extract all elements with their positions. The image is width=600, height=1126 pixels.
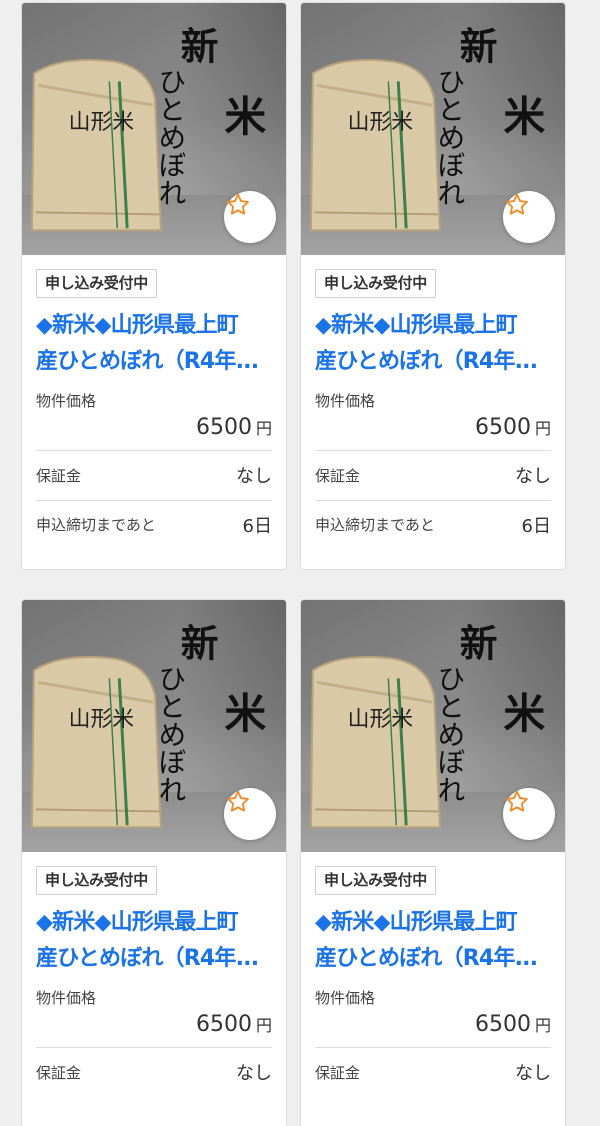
deposit-row: 保証金 なし <box>315 451 551 500</box>
deposit-label: 保証金 <box>36 466 82 485</box>
price-unit: 円 <box>534 418 551 438</box>
listing-title-link[interactable]: ◆新米◆山形県最上町 産ひとめぼれ（R4年... <box>36 905 272 977</box>
price-value: 6500 <box>195 1011 252 1037</box>
favorite-button[interactable] <box>503 191 555 243</box>
title-line-1: ◆新米◆山形県最上町 <box>315 312 518 338</box>
listing-title-link[interactable]: ◆新米◆山形県最上町 産ひとめぼれ（R4年... <box>315 905 551 977</box>
listing-card[interactable]: 山形米 新 米 ひとめぼれ 申し込み受付中 ◆新米◆山形県最上町 産ひとめぼれ（… <box>300 2 566 570</box>
deposit-value: なし <box>515 1063 551 1084</box>
status-badge: 申し込み受付中 <box>36 866 157 895</box>
bag-label-text: 山形米 <box>69 110 135 135</box>
price-value: 6500 <box>474 414 531 440</box>
price-row: 6500 円 <box>315 415 551 451</box>
deadline-value: 6日 <box>242 515 272 537</box>
favorite-button[interactable] <box>224 191 276 243</box>
banner-text-1: 新 <box>181 25 219 69</box>
price-unit: 円 <box>255 418 272 438</box>
listing-title-link[interactable]: ◆新米◆山形県最上町 産ひとめぼれ（R4年... <box>36 308 272 380</box>
favorite-button[interactable] <box>224 788 276 840</box>
deposit-value: なし <box>515 466 551 487</box>
deposit-value: なし <box>236 466 272 487</box>
banner-text-1: 新 <box>181 622 219 666</box>
banner-text-2: 米 <box>503 92 545 141</box>
bag-label-text: 山形米 <box>69 707 135 732</box>
price-unit: 円 <box>255 1015 272 1035</box>
listing-body: 申し込み受付中 ◆新米◆山形県最上町 産ひとめぼれ（R4年... 物件価格 65… <box>301 255 565 549</box>
title-line-2: 産ひとめぼれ（R4年... <box>36 348 259 374</box>
listing-body: 申し込み受付中 ◆新米◆山形県最上町 産ひとめぼれ（R4年... 物件価格 65… <box>22 255 286 549</box>
deadline-value: 6日 <box>521 515 551 537</box>
listing-grid: 山形米 新 米 ひとめぼれ 申し込み受付中 ◆新米◆山形県最上町 産ひとめぼれ（… <box>0 0 600 1126</box>
deposit-value: なし <box>236 1063 272 1084</box>
listing-photo[interactable]: 山形米 新 米 ひとめぼれ <box>22 600 286 852</box>
price-row: 6500 円 <box>315 1012 551 1048</box>
status-badge: 申し込み受付中 <box>36 269 157 298</box>
price-row: 6500 円 <box>36 415 272 451</box>
deposit-row: 保証金 なし <box>36 451 272 500</box>
listing-card[interactable]: 山形米 新 米 ひとめぼれ 申し込み受付中 ◆新米◆山形県最上町 産ひとめぼれ（… <box>21 599 287 1126</box>
deposit-label: 保証金 <box>315 1063 361 1082</box>
star-outline-icon <box>227 790 249 812</box>
deposit-row: 保証金 なし <box>315 1048 551 1097</box>
bag-label-text: 山形米 <box>348 110 414 135</box>
deposit-row: 保証金 なし <box>36 1048 272 1097</box>
banner-text-2: 米 <box>224 92 266 141</box>
deadline-row: 申込締切まであと 6日 <box>315 499 551 549</box>
bag-label-text: 山形米 <box>348 707 414 732</box>
price-label: 物件価格 <box>315 391 376 410</box>
favorite-button[interactable] <box>503 788 555 840</box>
title-line-1: ◆新米◆山形県最上町 <box>36 909 239 935</box>
deadline-label: 申込締切まであと <box>36 516 156 534</box>
status-badge: 申し込み受付中 <box>315 866 436 895</box>
price-label: 物件価格 <box>36 988 97 1007</box>
banner-text-1: 新 <box>460 25 498 69</box>
title-line-2: 産ひとめぼれ（R4年... <box>315 945 538 971</box>
listing-body: 申し込み受付中 ◆新米◆山形県最上町 産ひとめぼれ（R4年... 物件価格 65… <box>301 852 565 1097</box>
listing-card[interactable]: 山形米 新 米 ひとめぼれ 申し込み受付中 ◆新米◆山形県最上町 産ひとめぼれ（… <box>21 2 287 570</box>
title-line-2: 産ひとめぼれ（R4年... <box>36 945 259 971</box>
deadline-label: 申込締切まであと <box>315 516 435 534</box>
price-label: 物件価格 <box>315 988 376 1007</box>
price-unit: 円 <box>534 1015 551 1035</box>
deposit-label: 保証金 <box>315 466 361 485</box>
status-badge: 申し込み受付中 <box>315 269 436 298</box>
star-outline-icon <box>506 790 528 812</box>
listing-title-link[interactable]: ◆新米◆山形県最上町 産ひとめぼれ（R4年... <box>315 308 551 380</box>
title-line-2: 産ひとめぼれ（R4年... <box>315 348 538 374</box>
banner-text-2: 米 <box>503 689 545 738</box>
listing-card[interactable]: 山形米 新 米 ひとめぼれ 申し込み受付中 ◆新米◆山形県最上町 産ひとめぼれ（… <box>300 599 566 1126</box>
star-outline-icon <box>506 193 528 215</box>
listing-photo[interactable]: 山形米 新 米 ひとめぼれ <box>22 3 286 255</box>
banner-text-1: 新 <box>460 622 498 666</box>
price-label: 物件価格 <box>36 391 97 410</box>
price-value: 6500 <box>195 414 252 440</box>
banner-text-3: ひとめぼれ <box>154 664 187 803</box>
banner-text-3: ひとめぼれ <box>433 67 466 206</box>
banner-text-2: 米 <box>224 689 266 738</box>
banner-text-3: ひとめぼれ <box>433 664 466 803</box>
deposit-label: 保証金 <box>36 1063 82 1082</box>
listing-body: 申し込み受付中 ◆新米◆山形県最上町 産ひとめぼれ（R4年... 物件価格 65… <box>22 852 286 1097</box>
banner-text-3: ひとめぼれ <box>154 67 187 206</box>
deadline-row: 申込締切まであと 6日 <box>36 499 272 549</box>
listing-photo[interactable]: 山形米 新 米 ひとめぼれ <box>301 600 565 852</box>
title-line-1: ◆新米◆山形県最上町 <box>36 312 239 338</box>
star-outline-icon <box>227 193 249 215</box>
price-row: 6500 円 <box>36 1012 272 1048</box>
price-value: 6500 <box>474 1011 531 1037</box>
listing-photo[interactable]: 山形米 新 米 ひとめぼれ <box>301 3 565 255</box>
title-line-1: ◆新米◆山形県最上町 <box>315 909 518 935</box>
